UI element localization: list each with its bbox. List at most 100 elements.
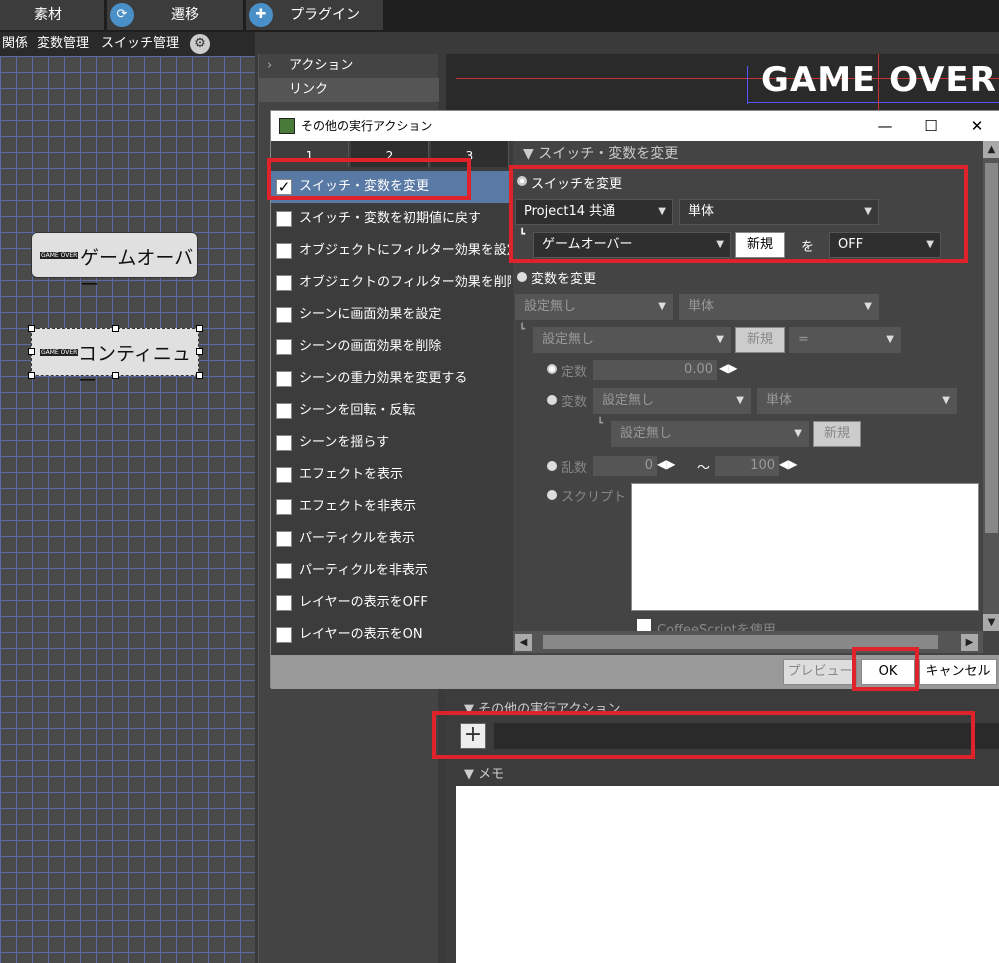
preview-button[interactable]: プレビュー xyxy=(783,659,857,685)
action-list-item[interactable]: オブジェクトのフィルター効果を削除 xyxy=(271,267,511,299)
resize-handle[interactable] xyxy=(28,348,35,355)
button-label: ゲームオーバー xyxy=(80,247,194,296)
action-checkbox[interactable] xyxy=(276,403,292,419)
action-list-item[interactable]: シーンを揺らす xyxy=(271,427,511,459)
gameover-button-object[interactable]: GAME OVER ゲームオーバー xyxy=(31,232,198,296)
cancel-button[interactable]: キャンセル xyxy=(919,659,997,685)
action-checkbox[interactable] xyxy=(276,531,292,547)
resize-handle[interactable] xyxy=(196,372,203,379)
switch-scope-select[interactable]: Project14 共通 ▼ xyxy=(515,199,673,225)
relation-tab[interactable]: 関係 xyxy=(2,32,28,56)
action-checkbox[interactable] xyxy=(276,627,292,643)
continue-button-object[interactable]: GAME OVER コンティニュー xyxy=(31,328,199,392)
action-checkbox[interactable] xyxy=(276,467,292,483)
action-checkbox[interactable] xyxy=(276,339,292,355)
scroll-left-icon[interactable]: ◀ xyxy=(515,634,532,651)
var2-scope-value: 設定無し xyxy=(602,393,655,408)
const-radio[interactable] xyxy=(547,364,557,374)
tree-item-link[interactable]: リンク xyxy=(259,78,439,102)
var2-unit-select[interactable]: 単体 ▼ xyxy=(757,388,957,414)
action-checkbox[interactable] xyxy=(276,499,292,515)
scroll-thumb[interactable] xyxy=(985,163,998,533)
stepper-arrows-icon[interactable]: ◀▶ xyxy=(719,361,737,375)
resize-handle[interactable] xyxy=(112,325,119,332)
action-checkbox[interactable] xyxy=(276,211,292,227)
chevron-down-icon: ▼ xyxy=(658,301,666,312)
action-list-item[interactable]: エフェクトを非表示 xyxy=(271,491,511,523)
var-unit-select[interactable]: 単体 ▼ xyxy=(679,294,879,320)
switch-value-select[interactable]: OFF ▼ xyxy=(829,232,941,258)
action-checkbox[interactable] xyxy=(276,371,292,387)
tab-material[interactable]: 素材 xyxy=(0,0,104,30)
resize-handle[interactable] xyxy=(196,325,203,332)
section-header[interactable]: ▼ スイッチ・変数を変更 xyxy=(523,143,678,163)
action-list-item[interactable]: パーティクルを非表示 xyxy=(271,555,511,587)
action-checkbox[interactable]: ✓ xyxy=(276,179,292,195)
stepper-arrows-icon[interactable]: ◀▶ xyxy=(779,457,797,471)
action-list-item[interactable]: スイッチ・変数を初期値に戻す xyxy=(271,203,511,235)
gear-icon[interactable]: ⚙ xyxy=(190,34,210,54)
var2-scope-select[interactable]: 設定無し ▼ xyxy=(593,388,751,414)
add-icon[interactable]: + xyxy=(460,723,486,749)
rand-min-input[interactable]: 0 xyxy=(593,456,657,476)
action-list-item[interactable]: シーンに画面効果を設定 xyxy=(271,299,511,331)
minimize-icon[interactable]: — xyxy=(862,111,908,141)
stepper-arrows-icon[interactable]: ◀▶ xyxy=(657,457,675,471)
memo-textarea[interactable] xyxy=(456,786,999,963)
resize-handle[interactable] xyxy=(196,348,203,355)
action-list-item[interactable]: オブジェクトにフィルター効果を設定 xyxy=(271,235,511,267)
action-list-item[interactable]: レイヤーの表示をOFF xyxy=(271,587,511,619)
script-radio[interactable] xyxy=(547,490,557,500)
action-checkbox[interactable] xyxy=(276,275,292,291)
var-radio[interactable] xyxy=(547,395,557,405)
variable-mgmt-tab[interactable]: 変数管理 xyxy=(37,32,89,56)
scroll-up-icon[interactable]: ▲ xyxy=(983,141,999,158)
tab-transition[interactable]: ⟳ 遷移 xyxy=(107,0,243,30)
switch-name-select[interactable]: ゲームオーバー ▼ xyxy=(533,232,731,258)
scene-canvas[interactable]: GAME OVER ゲームオーバー GAME OVER コンティニュー xyxy=(0,56,255,963)
scroll-down-icon[interactable]: ▼ xyxy=(983,614,999,631)
tab-plugin[interactable]: ✚ プラグイン xyxy=(246,0,383,30)
scroll-right-icon[interactable]: ▶ xyxy=(961,634,978,651)
action-checkbox[interactable] xyxy=(276,307,292,323)
var-scope-select[interactable]: 設定無し ▼ xyxy=(515,294,673,320)
maximize-icon[interactable]: ☐ xyxy=(908,111,954,141)
switch-mgmt-tab[interactable]: スイッチ管理 xyxy=(101,32,179,56)
action-list-item[interactable]: ✓ スイッチ・変数を変更 xyxy=(271,171,511,203)
action-list-item[interactable]: パーティクルを表示 xyxy=(271,523,511,555)
action-checkbox[interactable] xyxy=(276,595,292,611)
action-list-item[interactable]: シーンの画面効果を削除 xyxy=(271,331,511,363)
switch-unit-select[interactable]: 単体 ▼ xyxy=(679,199,879,225)
script-textarea[interactable] xyxy=(631,483,979,611)
rand-max-input[interactable]: 100 xyxy=(715,456,779,476)
const-input[interactable]: 0.00 xyxy=(593,360,717,380)
switch-scope-value: Project14 共通 xyxy=(524,204,616,219)
memo-header[interactable]: ▼ メモ xyxy=(464,763,504,782)
action-list-item[interactable]: シーンを回転・反転 xyxy=(271,395,511,427)
var2-name-select[interactable]: 設定無し ▼ xyxy=(611,421,809,447)
action-checkbox[interactable] xyxy=(276,243,292,259)
vertical-scrollbar[interactable]: ▲ ▼ xyxy=(983,141,999,631)
rand-radio[interactable] xyxy=(547,461,557,471)
tree-item-action[interactable]: › アクション xyxy=(259,54,439,78)
action-list-item[interactable]: シーンの重力効果を変更する xyxy=(271,363,511,395)
ok-button[interactable]: OK xyxy=(861,659,915,685)
scroll-thumb[interactable] xyxy=(543,635,938,649)
close-icon[interactable]: ✕ xyxy=(954,111,999,141)
var-operator-select[interactable]: = ▼ xyxy=(789,327,901,353)
new-switch-button[interactable]: 新規 xyxy=(735,232,785,258)
resize-handle[interactable] xyxy=(28,325,35,332)
action-list-item[interactable]: エフェクトを表示 xyxy=(271,459,511,491)
var-name-select[interactable]: 設定無し ▼ xyxy=(533,327,731,353)
resize-handle[interactable] xyxy=(28,372,35,379)
horizontal-scrollbar[interactable]: ◀ ▶ xyxy=(513,631,983,653)
var-change-radio[interactable] xyxy=(517,272,527,282)
switch-change-radio[interactable] xyxy=(517,176,527,186)
new-var2-button[interactable]: 新規 xyxy=(813,421,861,447)
action-checkbox[interactable] xyxy=(276,563,292,579)
other-actions-header[interactable]: ▼ その他の実行アクション xyxy=(464,698,621,717)
new-var-button[interactable]: 新規 xyxy=(735,327,785,353)
action-checkbox[interactable] xyxy=(276,435,292,451)
resize-handle[interactable] xyxy=(112,372,119,379)
action-list-item[interactable]: レイヤーの表示をON xyxy=(271,619,511,651)
